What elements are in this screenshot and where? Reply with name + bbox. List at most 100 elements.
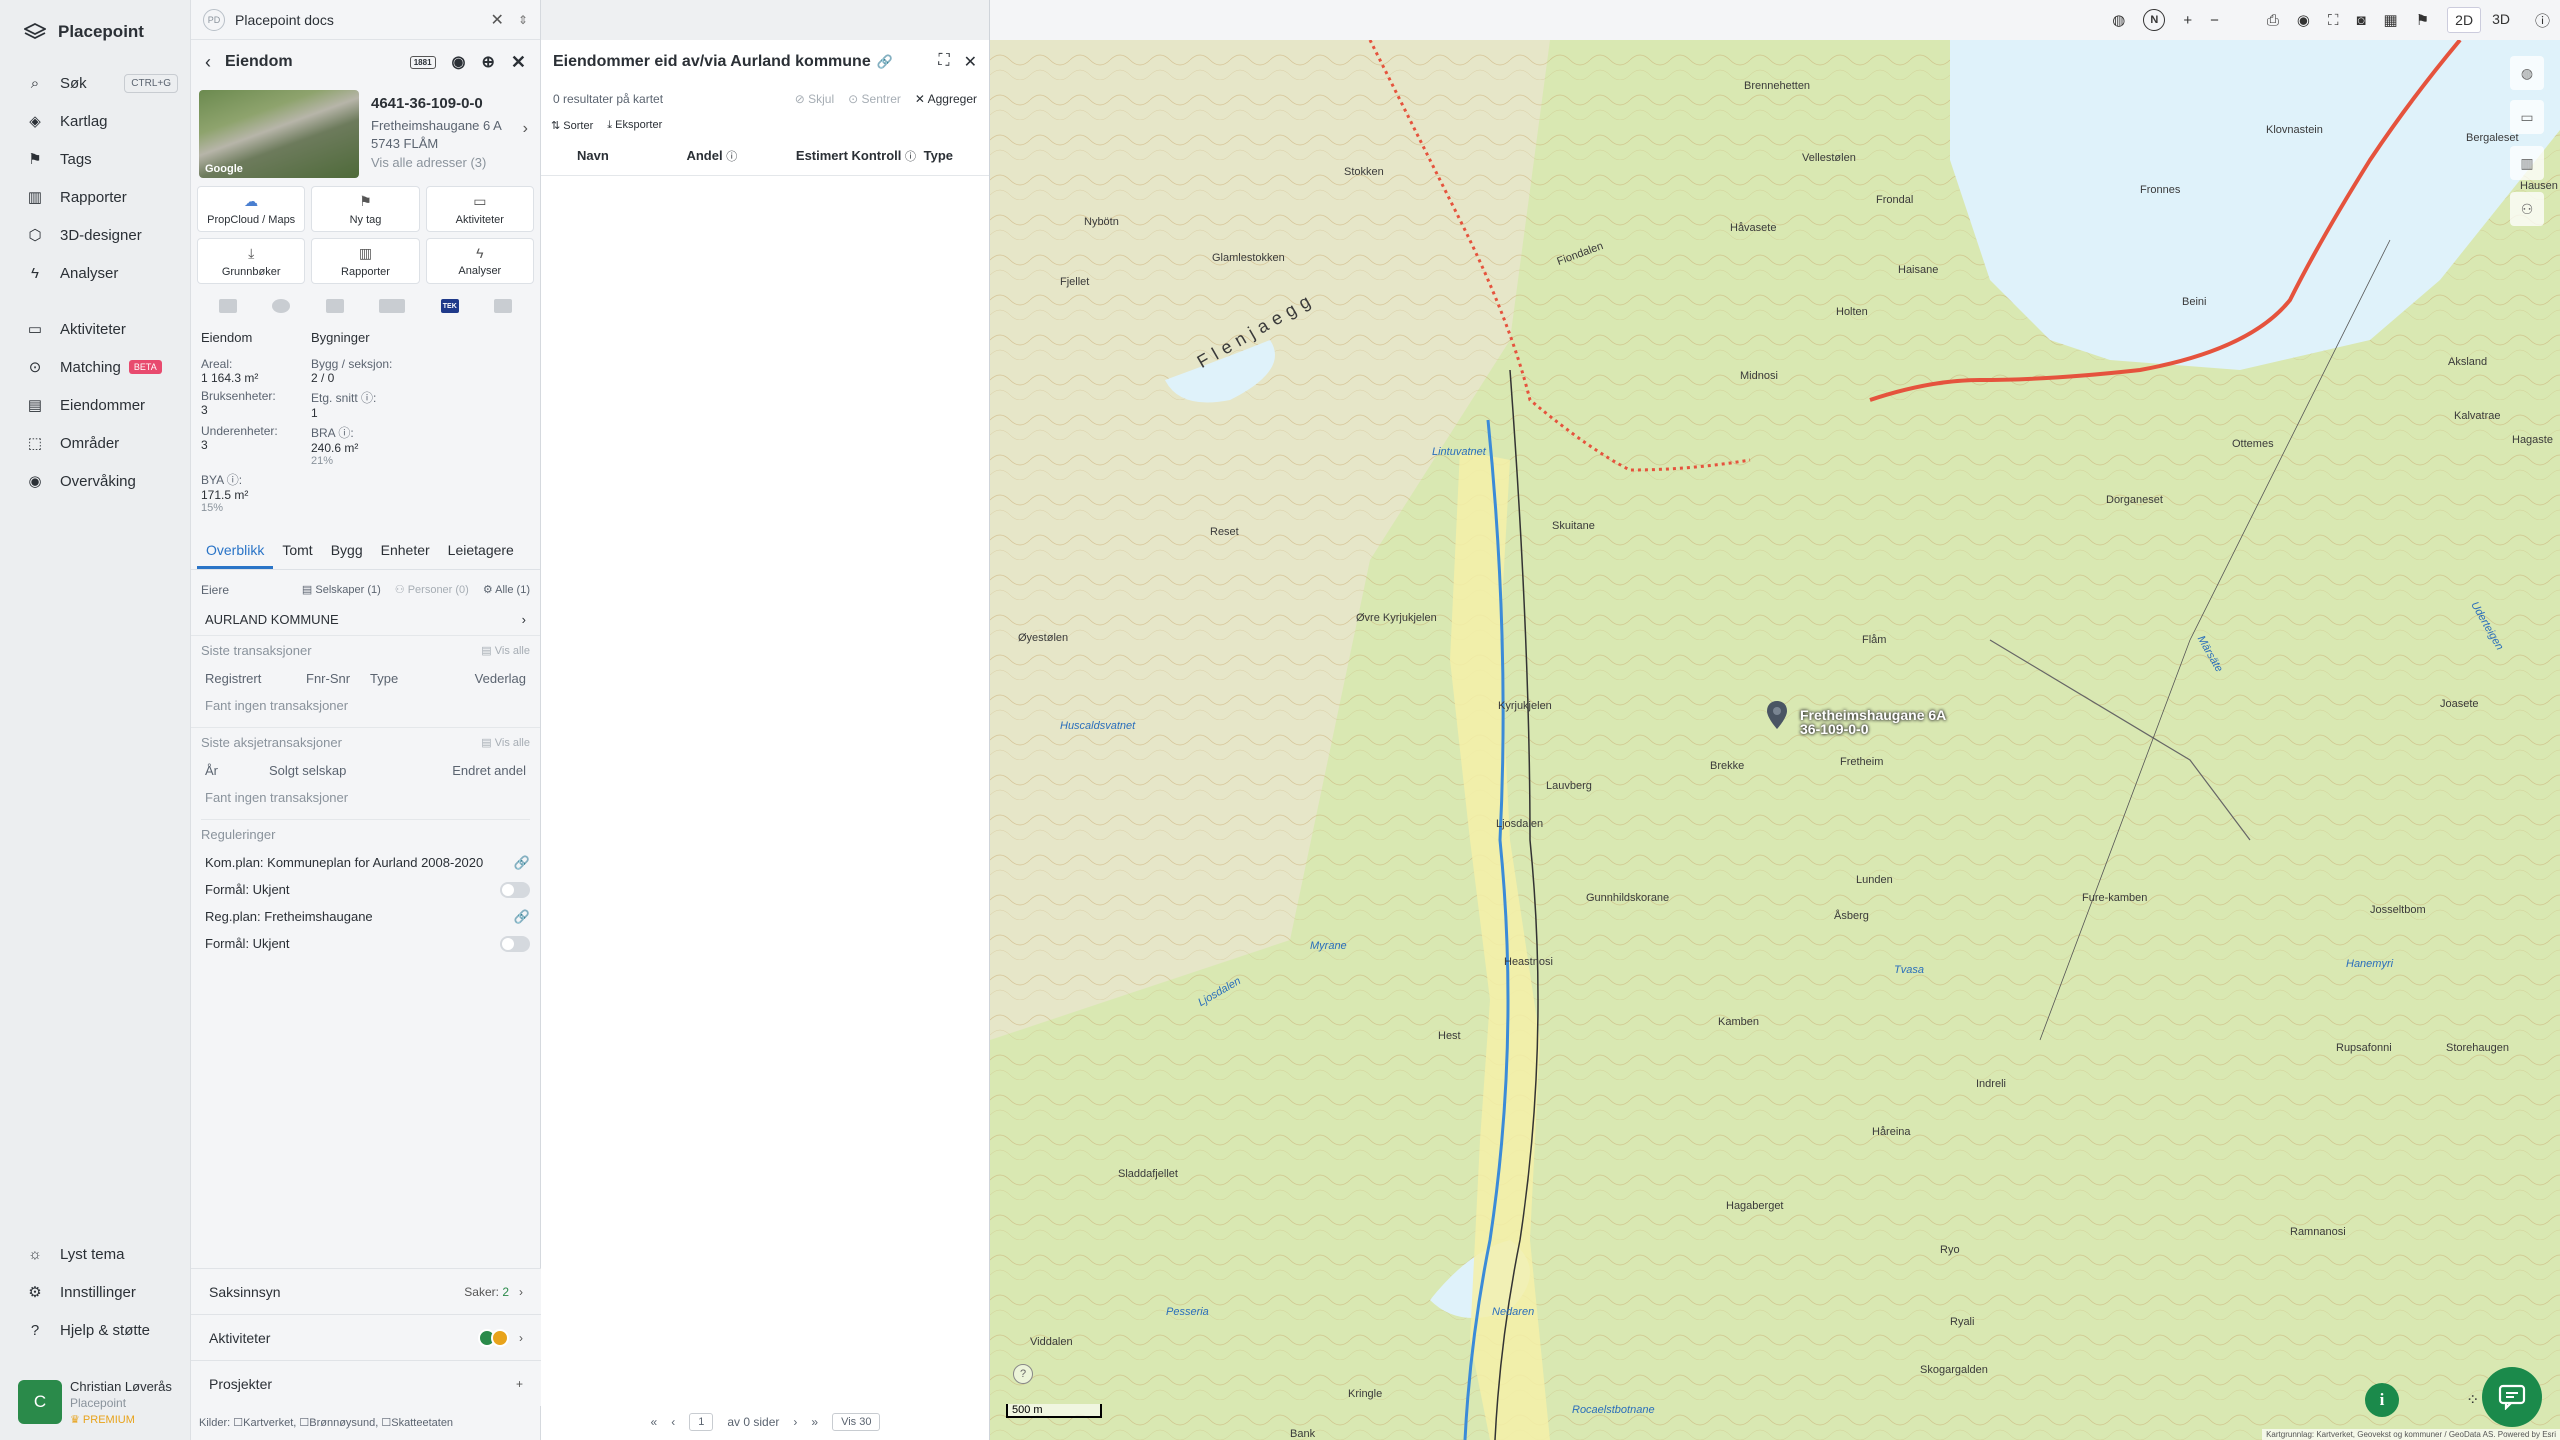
hide-button[interactable]: ⊘ Skjul [795,92,834,106]
bookmark-icon[interactable]: ⚑ [2416,11,2429,29]
chat-button[interactable] [2482,1367,2542,1427]
all-addresses-link[interactable]: Vis alle adresser (3) [371,155,532,170]
map-pin-icon[interactable] [1766,700,1788,730]
nav-eiendommer[interactable]: ▤ Eiendommer [0,386,190,424]
property-photo[interactable]: Google [199,90,359,178]
center-button[interactable]: ⊙ Sentrer [848,92,901,106]
layer-toggle[interactable] [500,935,530,952]
source-link[interactable]: ☐Skatteetaten [381,1417,453,1429]
nav-omrader[interactable]: ⬚ Områder [0,424,190,462]
link-icon[interactable]: 🔗 [877,54,893,70]
aktiviteter-accordion[interactable]: Aktiviteter › [191,1314,541,1360]
source-link[interactable]: ☐Brønnøysund, [299,1417,378,1429]
grunnboker-button[interactable]: ⤓ Grunnbøker [197,238,306,284]
nav-tags[interactable]: ⚑ Tags [0,140,190,178]
nav-matching[interactable]: ⊙ Matching BETA [0,348,190,386]
source-icon[interactable] [218,299,237,313]
tab-enheter[interactable]: Enheter [372,534,439,569]
map-measure-icon[interactable]: ▭ [2510,100,2544,134]
saksinnsyn-accordion[interactable]: Saksinnsyn Saker: 2 › [191,1268,541,1314]
layers-stack-icon[interactable]: ◍ [2112,11,2125,29]
regulation-item[interactable]: Kom.plan: Kommuneplan for Aurland 2008-2… [201,849,530,876]
eye-icon[interactable]: ◉ [452,52,466,72]
last-page-icon[interactable]: » [811,1415,818,1429]
docs-title[interactable]: Placepoint docs [235,12,334,28]
next-page-icon[interactable]: › [793,1415,797,1429]
zoom-out-icon[interactable]: − [2210,12,2219,29]
map-layers-icon[interactable]: ◍ [2510,56,2544,90]
map-help-button[interactable]: ? [1013,1364,1033,1384]
prev-page-icon[interactable]: ‹ [671,1415,675,1429]
prosjekter-accordion[interactable]: Prosjekter + [191,1360,541,1406]
sort-button[interactable]: ⇅ Sorter [551,119,593,132]
link-icon[interactable]: 🔗 [514,855,530,871]
map-person-icon[interactable]: ⚇ [2510,192,2544,226]
tab-tomt[interactable]: Tomt [273,534,321,569]
1881-badge[interactable]: 1881 [409,55,436,69]
source-icon[interactable] [494,299,513,313]
column-header[interactable]: Andel ⓘ [686,148,795,164]
info-icon[interactable]: ⓘ [2535,10,2550,31]
north-compass[interactable]: N [2143,9,2166,31]
companies-filter[interactable]: ▤ Selskaper (1) [302,583,381,596]
activities-button[interactable]: ▭ Aktiviteter [425,186,534,232]
owner-row[interactable]: AURLAND KOMMUNE › [191,603,540,635]
tab-leietagere[interactable]: Leietagere [439,534,523,569]
zoom-in-icon[interactable]: + [2183,12,2192,29]
reports-button[interactable]: ▥ Rapporter [311,238,420,284]
user-profile[interactable]: C Christian Løverås Placepoint ♛ PREMIUM [0,1364,191,1440]
export-button[interactable]: ⤓ Eksporter [607,119,662,132]
nav-kartlag[interactable]: ◈ Kartlag [0,102,190,140]
chevron-updown-icon[interactable]: ⇕ [518,13,528,27]
source-icon[interactable] [272,299,291,313]
link-icon[interactable]: 🔗 [514,909,530,925]
info-button[interactable]: i [2365,1383,2399,1417]
propcloud-button[interactable]: ☁ PropCloud / Maps [197,186,306,232]
page-input[interactable]: 1 [689,1413,714,1431]
show-all-share-transactions[interactable]: ▤ Vis alle [481,736,530,749]
grid-icon[interactable]: ⁘ [2466,1390,2479,1410]
camera-icon[interactable]: ◙ [2356,12,2365,29]
nav-rapporter[interactable]: ▥ Rapporter [0,178,190,216]
back-icon[interactable]: ‹ [205,52,211,73]
column-header[interactable]: Estimert Kontroll ⓘ [796,148,924,164]
nav-3d-designer[interactable]: ⬡ 3D-designer [0,216,190,254]
first-page-icon[interactable]: « [651,1415,658,1429]
persons-filter[interactable]: ⚇ Personer (0) [395,583,469,596]
app-logo[interactable]: Placepoint [0,0,190,64]
close-icon[interactable]: ✕ [964,52,977,72]
close-icon[interactable]: ✕ [491,10,504,30]
column-header[interactable]: Type [924,148,953,163]
page-size-select[interactable]: Vis 30 [832,1413,881,1431]
nav-theme[interactable]: ☼ Lyst tema [0,1235,191,1273]
nav-settings[interactable]: ⚙ Innstillinger [0,1273,191,1311]
map-chart-icon[interactable]: ▥ [2510,146,2544,180]
grid-icon[interactable]: ▦ [2384,11,2398,29]
print-icon[interactable]: ⎙ [2267,12,2279,29]
aggregate-button[interactable]: ✕ Aggreger [915,92,977,106]
all-filter[interactable]: ⚙ Alle (1) [483,583,530,596]
nav-analyser[interactable]: ϟ Analyser [0,254,190,292]
layer-toggle[interactable] [500,881,530,898]
tab-overblikk[interactable]: Overblikk [197,534,274,569]
property-info[interactable]: 4641-36-109-0-0 Fretheimshaugane 6 A 574… [371,90,532,178]
source-icon[interactable] [325,299,344,313]
mode-2d-button[interactable]: 2D [2447,7,2482,33]
tek-icon[interactable]: TEK [440,299,459,313]
source-link[interactable]: ☐Kartverket, [233,1417,296,1429]
new-tag-button[interactable]: ⚑ Ny tag [311,186,420,232]
column-header[interactable]: Navn [577,148,686,163]
nav-aktiviteter[interactable]: ▭ Aktiviteter [0,310,190,348]
add-icon[interactable]: ⊕ [482,52,495,72]
plus-icon[interactable]: + [516,1377,523,1391]
expand-icon[interactable]: ⛶ [938,52,949,72]
eye-icon[interactable]: ◉ [2297,11,2310,29]
tab-bygg[interactable]: Bygg [322,534,372,569]
regulation-item[interactable]: Reg.plan: Fretheimshaugane 🔗 [201,903,530,930]
nav-overvaking[interactable]: ◉ Overvåking [0,462,190,500]
show-all-transactions[interactable]: ▤ Vis alle [481,644,530,657]
close-icon[interactable]: ✕ [511,52,526,73]
fullscreen-icon[interactable]: ⛶ [2328,12,2339,29]
nav-search[interactable]: ⌕ Søk CTRL+G [0,64,190,102]
analyses-button[interactable]: ϟ Analyser [425,238,534,284]
